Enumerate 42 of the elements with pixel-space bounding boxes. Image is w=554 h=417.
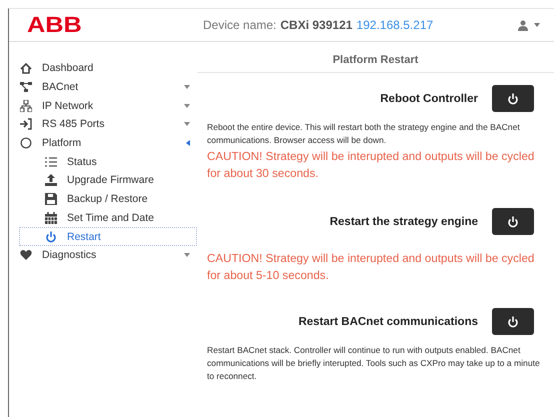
power-button[interactable] — [492, 208, 534, 235]
power-icon — [507, 316, 519, 328]
panel-title: Platform Restart — [197, 42, 554, 73]
sidebar-item[interactable]: Diagnostics — [19, 246, 197, 265]
list-icon — [45, 156, 57, 168]
sidebar-item[interactable]: Upgrade Firmware — [19, 171, 197, 190]
device-label: Device name: — [203, 18, 276, 32]
sidebar-item[interactable]: BACnet — [19, 78, 197, 96]
circle-icon — [20, 137, 32, 150]
power-icon — [507, 92, 519, 104]
user-icon — [518, 20, 528, 30]
caution-text: CAUTION! Strategy will be interupted and outputs will be cycled for about 5-10 seconds. — [207, 251, 536, 284]
sidebar-item[interactable]: IP Network — [19, 96, 197, 116]
caution-text: CAUTION! Strategy will be interupted and outputs will be cycled for about 30 seconds. — [207, 149, 536, 182]
sign-in-icon — [20, 118, 32, 130]
sidebar-item[interactable]: Platform — [19, 134, 197, 152]
power-button[interactable] — [492, 85, 534, 112]
sidebar-item[interactable]: Dashboard — [19, 59, 197, 78]
sidebar-item[interactable]: Set Time and Date — [19, 208, 197, 228]
section-title: Reboot Controller — [380, 92, 478, 104]
network-nodes-icon — [20, 81, 32, 94]
power-button[interactable] — [492, 308, 534, 335]
power-icon — [507, 216, 519, 228]
section-title: Restart the strategy engine — [330, 216, 478, 228]
description-text: Reboot the entire device. This will restart both the strategy engine and the BACnet communications. Browser access will be down. — [207, 121, 521, 147]
upload-icon — [45, 174, 57, 186]
sidebar-item[interactable]: Backup / Restore — [19, 190, 197, 208]
section-title: Restart BACnet communications — [298, 316, 478, 328]
caret-icon — [534, 23, 540, 27]
power-icon — [45, 230, 57, 243]
save-icon — [45, 193, 57, 206]
home-icon — [20, 62, 32, 74]
sidebar-item[interactable]: Restart — [19, 227, 197, 246]
calendar-icon — [45, 212, 57, 224]
device-name: CBXi 939121 — [280, 18, 352, 32]
ip-address: 192.168.5.217 — [356, 18, 434, 32]
sidebar-item[interactable]: Status — [19, 152, 197, 172]
description-text: Restart BACnet stack. Controller will continue to run with outputs enabled. BACnet communications will be briefly interupted. Tools such as CXPro may take up to a minute to reconnect. — [207, 344, 541, 383]
sidebar-item[interactable]: RS 485 Ports — [19, 115, 197, 134]
heart-icon — [20, 249, 32, 262]
network-icon — [20, 100, 32, 112]
user-menu[interactable] — [516, 18, 542, 32]
